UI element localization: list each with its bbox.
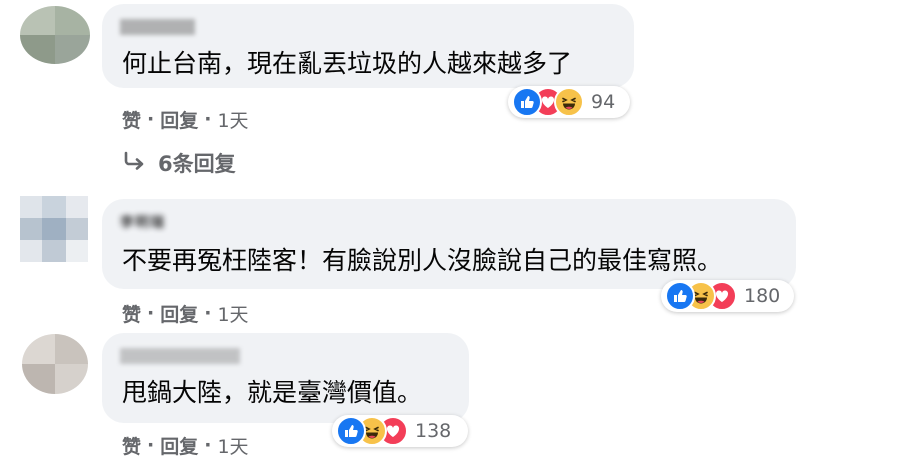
separator-dot: · <box>204 434 212 456</box>
comment-author[interactable]: 李明瑞 <box>120 211 165 233</box>
comment-text: 不要再冤枉陸客！有臉說別人沒臉說自己的最佳寫照。 <box>122 246 723 275</box>
replies-label: 6条回复 <box>158 152 236 176</box>
reaction-summary[interactable]: 180 <box>661 280 794 312</box>
comment-actions: 赞 · 回复 · 1天 <box>122 298 249 328</box>
comment-bubble: 何止台南，現在亂丟垃圾的人越來越多了 <box>102 4 634 88</box>
laughing-face-icon <box>554 87 584 117</box>
comment-actions: 赞 · 回复 · 1天 <box>122 104 249 134</box>
comment-bubble: 甩鍋大陸，就是臺灣價值。 <box>102 333 469 423</box>
reaction-count: 94 <box>591 91 616 113</box>
reply-arrow-icon <box>122 151 146 176</box>
timestamp[interactable]: 1天 <box>217 432 248 459</box>
author-name: 李明瑞 <box>120 215 165 231</box>
comment-author[interactable] <box>120 345 240 367</box>
thumbs-up-icon <box>512 87 542 117</box>
timestamp[interactable]: 1天 <box>217 300 248 327</box>
reaction-count: 138 <box>415 420 452 442</box>
comment-bubble: 李明瑞 不要再冤枉陸客！有臉說別人沒臉說自己的最佳寫照。 <box>102 199 796 289</box>
comment-author[interactable] <box>120 16 195 38</box>
separator-dot: · <box>147 108 155 130</box>
like-button[interactable]: 赞 <box>122 432 141 459</box>
reaction-summary[interactable]: 94 <box>508 86 630 118</box>
timestamp[interactable]: 1天 <box>217 106 248 133</box>
comment-actions: 赞 · 回复 · 1天 <box>122 430 249 460</box>
comment-text: 何止台南，現在亂丟垃圾的人越來越多了 <box>122 49 573 78</box>
view-replies-button[interactable]: 6条回复 <box>122 148 236 178</box>
reaction-count: 180 <box>744 285 781 307</box>
thumbs-up-icon <box>665 281 695 311</box>
reply-button[interactable]: 回复 <box>160 300 198 327</box>
avatar[interactable] <box>22 334 88 394</box>
separator-dot: · <box>147 434 155 456</box>
like-button[interactable]: 赞 <box>122 106 141 133</box>
separator-dot: · <box>147 302 155 324</box>
reply-button[interactable]: 回复 <box>160 432 198 459</box>
thumbs-up-icon <box>336 416 366 446</box>
reply-button[interactable]: 回复 <box>160 106 198 133</box>
separator-dot: · <box>204 302 212 324</box>
avatar[interactable] <box>20 196 88 262</box>
separator-dot: · <box>204 108 212 130</box>
avatar[interactable] <box>20 6 90 64</box>
comment-text: 甩鍋大陸，就是臺灣價值。 <box>122 378 423 407</box>
like-button[interactable]: 赞 <box>122 300 141 327</box>
reaction-summary[interactable]: 138 <box>332 415 468 447</box>
